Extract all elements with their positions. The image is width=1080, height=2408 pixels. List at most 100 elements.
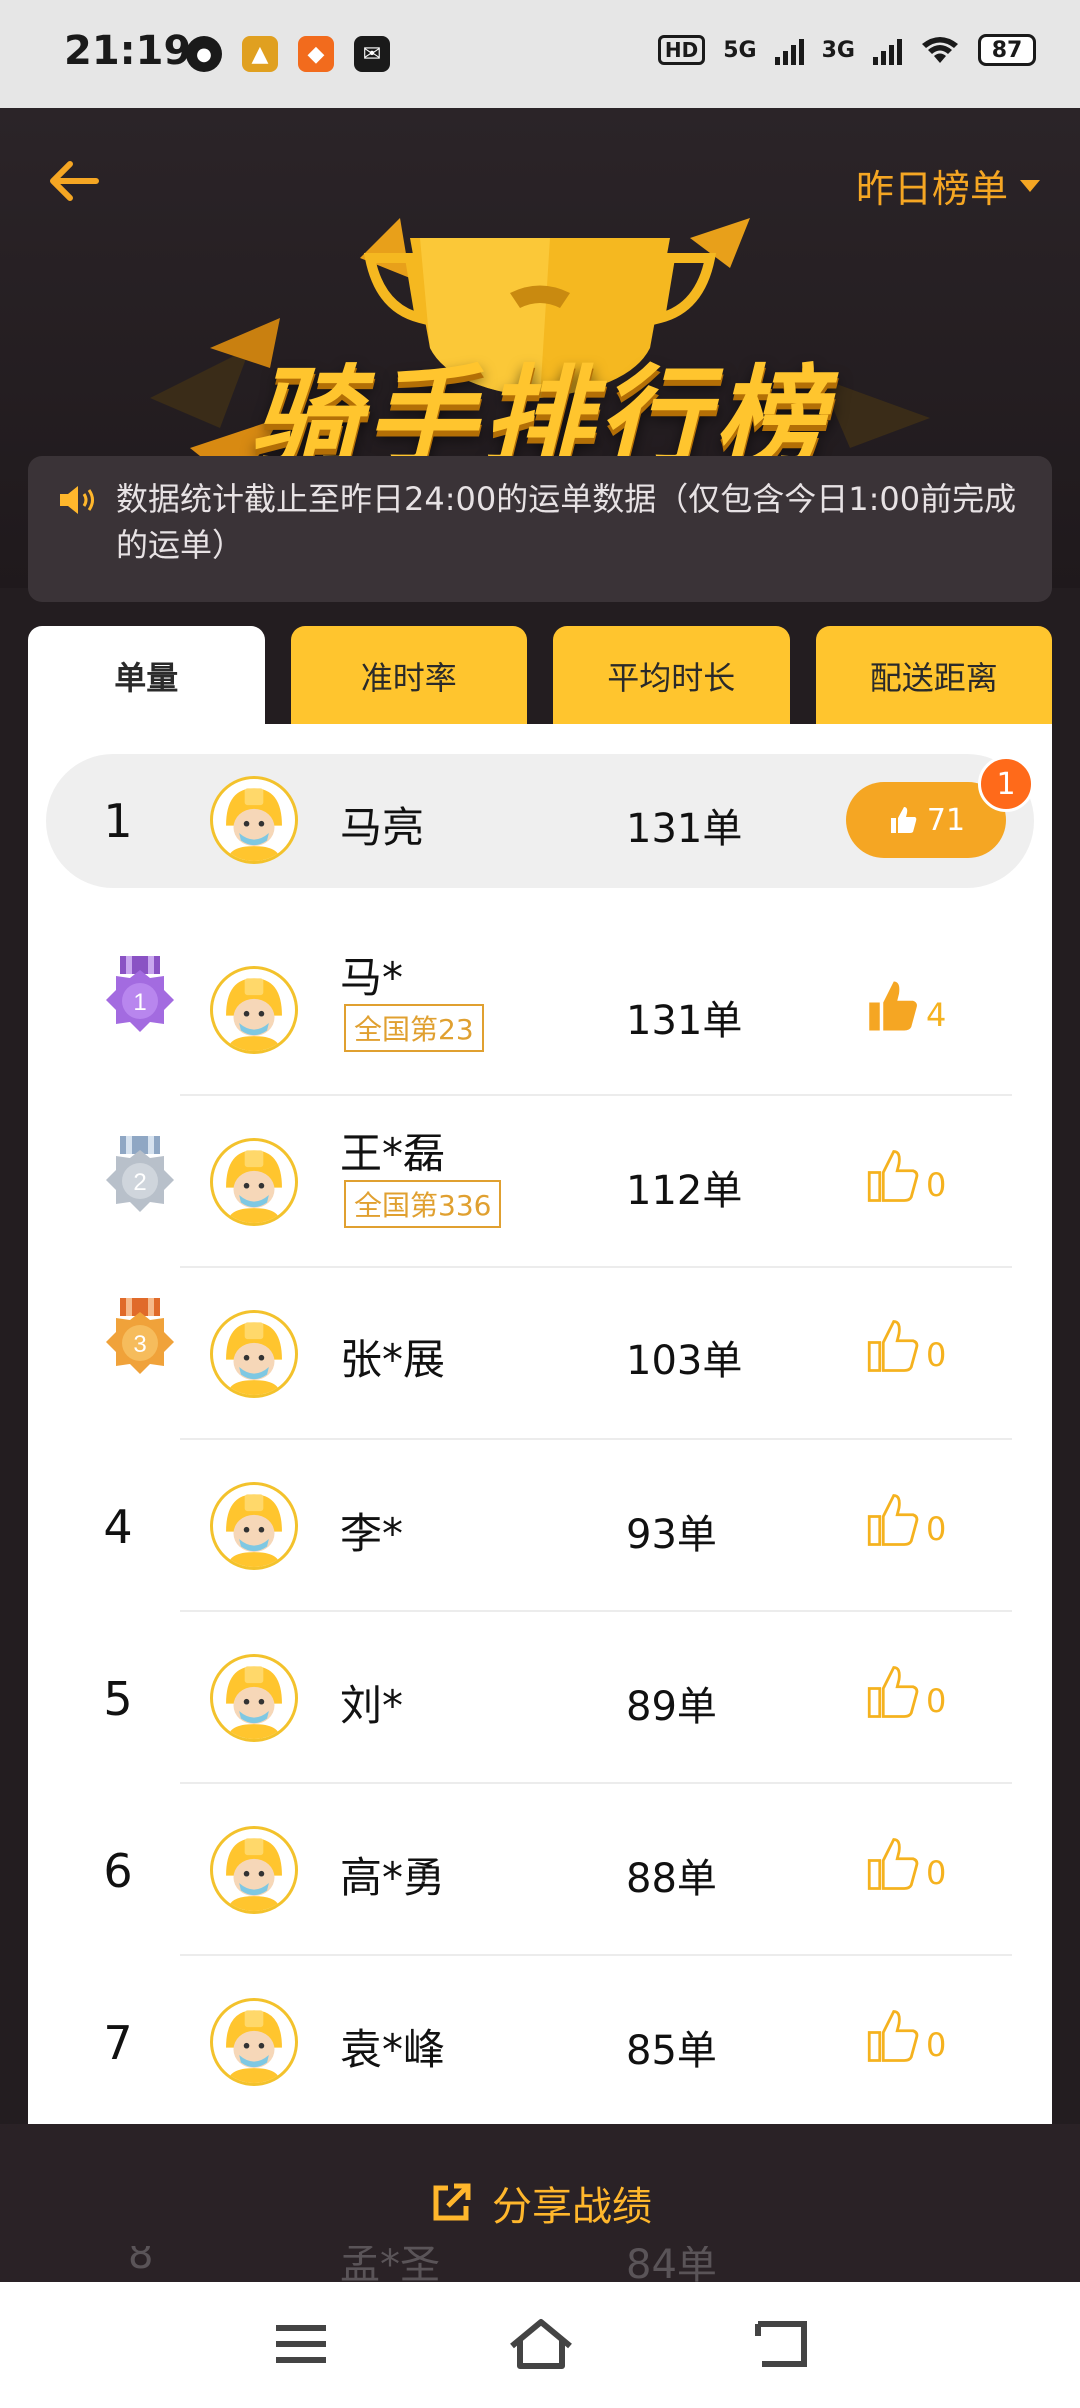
ranking-row: 3 张*展 103单 0 (28, 1268, 1052, 1440)
avatar (210, 1482, 298, 1570)
like-count: 0 (926, 1682, 947, 1720)
ranking-row-partial: 8 孟*圣 84单 (0, 2246, 1080, 2282)
wifi-icon (922, 37, 958, 63)
like-button[interactable]: 0 (864, 1492, 946, 1548)
menu-icon[interactable] (266, 2314, 336, 2374)
share-icon (433, 2183, 471, 2221)
thumbs-up-outline-icon (867, 2010, 919, 2062)
signal-bars-icon (774, 35, 804, 65)
avatar (210, 1138, 298, 1226)
like-button[interactable]: 0 (864, 2008, 946, 2064)
avatar (210, 776, 298, 864)
rider-name: 刘* (340, 1681, 404, 1730)
medal-3-icon: 3 (106, 1298, 174, 1374)
tab-average-duration[interactable]: 平均时长 (553, 626, 790, 726)
rank-number: 7 (103, 2016, 133, 2070)
mail-app-icon: ✉ (354, 36, 390, 72)
like-button[interactable]: 4 (864, 978, 946, 1034)
rider-name: 袁*峰 (340, 2025, 446, 2074)
ranking-list: 1 马亮 131单 71 1 1 马* 全国第23 131单 4 2 王*磊 全… (28, 724, 1052, 2244)
svg-text:3: 3 (133, 1331, 146, 1358)
courier-app-icon: ▲ (242, 36, 278, 72)
notice-text: 数据统计截止至昨日24:00的运单数据（仅包含今日1:00前完成的运单） (116, 480, 1017, 564)
like-count: 4 (926, 996, 947, 1034)
thumbs-up-outline-icon (867, 1320, 919, 1372)
thumbs-up-outline-icon (867, 1838, 919, 1890)
order-count: 89单 (626, 1684, 717, 1730)
my-ranking-row: 1 马亮 131单 71 (46, 754, 1034, 888)
rank-number: 5 (103, 1672, 133, 1726)
order-count: 103单 (626, 1338, 743, 1384)
order-count: 85单 (626, 2028, 717, 2074)
like-count: 71 (926, 802, 966, 838)
national-rank-badge: 全国第23 (344, 1004, 484, 1052)
like-button[interactable]: 0 (864, 1148, 946, 1204)
home-icon[interactable] (506, 2314, 576, 2374)
signal-bars-icon (873, 35, 902, 65)
tab-delivery-distance[interactable]: 配送距离 (815, 626, 1052, 726)
ranking-row: 2 王*磊 全国第336 112单 0 (28, 1096, 1052, 1268)
ranking-row: 4 李* 93单 0 (28, 1440, 1052, 1612)
signal-5g-label: 5G (723, 37, 757, 63)
metric-tabs: 单量 准时率 平均时长 配送距离 (28, 626, 1052, 726)
avatar (210, 1826, 298, 1914)
rank-number: 4 (103, 1500, 133, 1554)
rider-name: 孟*圣 (340, 2246, 440, 2282)
thumbs-up-outline-icon (867, 1494, 919, 1546)
avatar (210, 1310, 298, 1398)
order-count: 112单 (626, 1168, 743, 1214)
national-rank-badge: 全国第336 (344, 1180, 502, 1228)
back-icon[interactable] (746, 2314, 816, 2374)
medal-2-icon: 2 (106, 1136, 174, 1212)
back-arrow-icon[interactable] (40, 146, 110, 216)
order-count: 88单 (626, 1856, 717, 1902)
like-count: 0 (926, 1336, 947, 1374)
notification-badge: 1 (978, 756, 1034, 812)
avatar (210, 1654, 298, 1742)
rider-name: 李* (340, 1509, 404, 1558)
ranking-row: 6 高*勇 88单 0 (28, 1784, 1052, 1956)
order-count: 93单 (626, 1512, 717, 1558)
rank-number: 1 (103, 794, 133, 848)
hd-icon: HD (657, 35, 706, 65)
rank-number: 6 (103, 1844, 133, 1898)
rider-name: 张*展 (340, 1335, 446, 1384)
thumbs-up-outline-icon (867, 1666, 919, 1718)
signal-3g-label: 3G (821, 37, 855, 63)
like-button[interactable]: 0 (864, 1318, 946, 1374)
ranking-row: 1 马* 全国第23 131单 4 (28, 924, 1052, 1096)
system-nav-bar (0, 2282, 1080, 2408)
avatar (210, 966, 298, 1054)
share-label: 分享战绩 (492, 2184, 652, 2230)
caret-down-icon (1020, 179, 1040, 192)
like-button[interactable]: 0 (864, 1664, 946, 1720)
status-bar: 21:19 ● ▲ ◆ ✉ HD 5G 3G 87 (0, 0, 1080, 108)
like-count: 0 (926, 1166, 947, 1204)
rider-name: 马* (340, 953, 404, 1002)
status-indicators: HD 5G 3G 87 (657, 34, 1036, 66)
like-count: 0 (926, 2026, 947, 2064)
medal-1-icon: 1 (106, 956, 174, 1032)
svg-text:2: 2 (133, 1169, 146, 1196)
rider-name: 马亮 (340, 803, 425, 852)
thumbs-up-filled-icon (869, 981, 917, 1031)
battery-icon: 87 (978, 34, 1036, 66)
thumbs-up-outline-icon (867, 1150, 919, 1202)
thumbs-up-icon (890, 807, 917, 833)
svg-text:1: 1 (133, 989, 146, 1016)
order-count: 131单 (626, 998, 743, 1044)
rank-number: 8 (128, 2246, 154, 2278)
tab-order-count[interactable]: 单量 (28, 626, 265, 726)
avatar (210, 1998, 298, 2086)
status-time: 21:19 (64, 28, 192, 74)
tab-on-time-rate[interactable]: 准时率 (290, 626, 527, 726)
like-button[interactable]: 0 (864, 1836, 946, 1892)
rider-name: 王*磊 (340, 1129, 446, 1178)
like-count: 0 (926, 1854, 947, 1892)
food-app-icon: ◆ (298, 36, 334, 72)
speaker-icon (60, 486, 94, 514)
ranking-row: 5 刘* 89单 0 (28, 1612, 1052, 1784)
order-count: 131单 (626, 806, 743, 852)
ranking-row: 7 袁*峰 85单 0 (28, 1956, 1052, 2128)
order-count: 84单 (626, 2246, 717, 2282)
